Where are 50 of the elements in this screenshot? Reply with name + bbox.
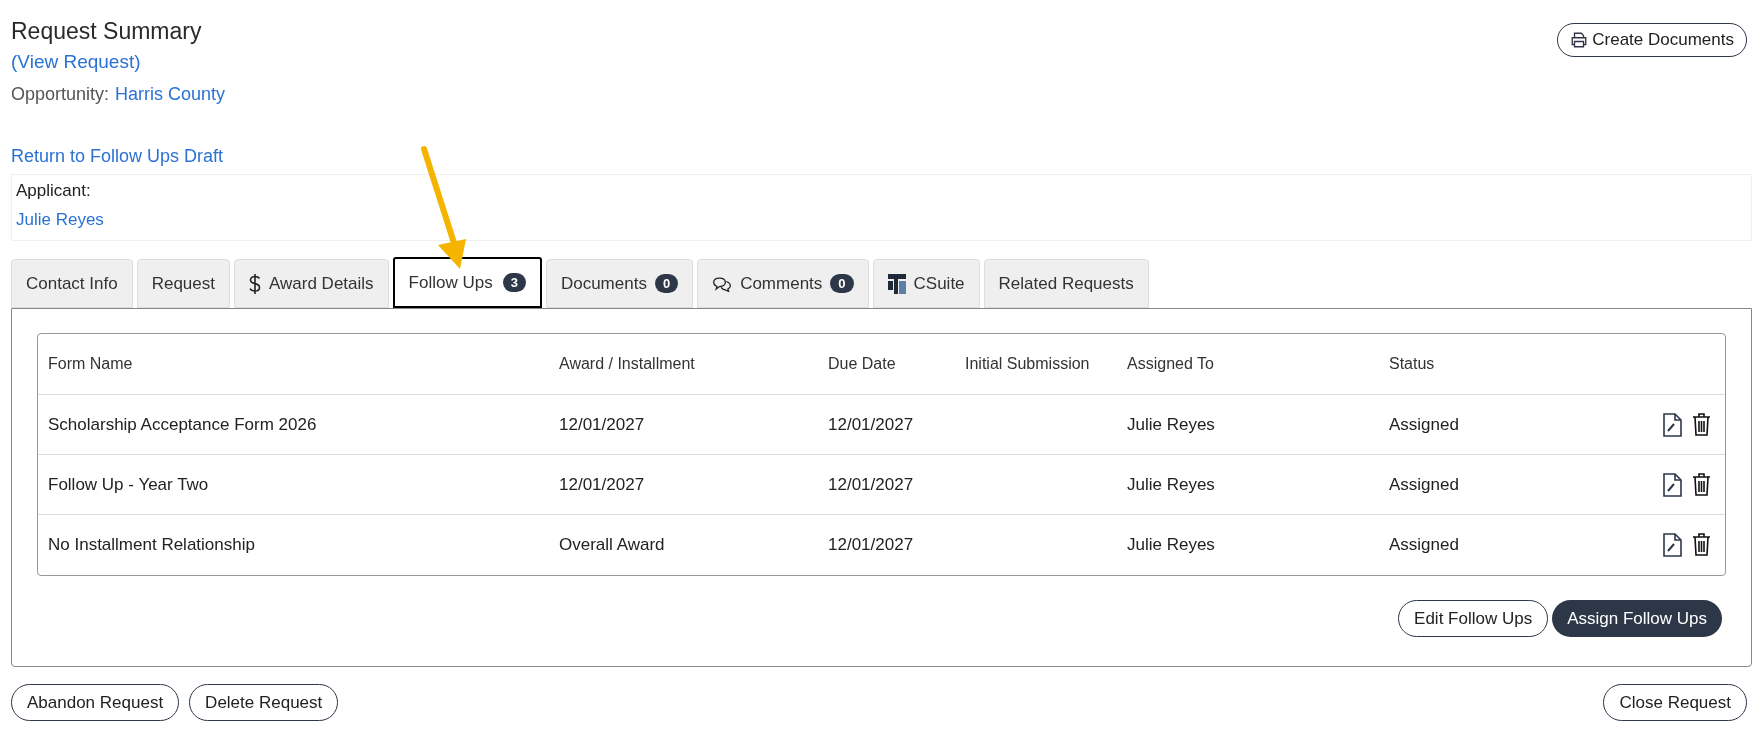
column-header: Status (1389, 354, 1436, 374)
table-cell: 12/01/2027 (828, 414, 914, 434)
column-header: Assigned To (1127, 354, 1215, 374)
table-cell: Follow Up - Year Two (48, 474, 209, 494)
trash-icon[interactable] (1692, 412, 1711, 436)
column-header: Due Date (828, 354, 897, 374)
action-button[interactable]: Assign Follow Ups (1552, 600, 1722, 637)
table-cell: Scholarship Acceptance Form 2026 (48, 414, 317, 434)
tab[interactable]: Follow Ups 3 (392, 257, 542, 308)
tab[interactable]: CSuite (872, 259, 980, 308)
table-cell: Assigned (1389, 474, 1459, 494)
table-cell: Julie Reyes (1127, 414, 1215, 434)
table-cell: 12/01/2027 (559, 474, 645, 494)
edit-document-icon[interactable] (1663, 472, 1682, 497)
table-cell: Assigned (1389, 535, 1459, 555)
count-badge: 3 (502, 273, 526, 292)
printer-icon (1570, 31, 1589, 49)
tab[interactable]: Documents 0 (545, 259, 694, 308)
tab[interactable]: Contact Info (11, 259, 133, 308)
column-header: Initial Submission (965, 354, 1091, 374)
applicant-link[interactable]: Julie Reyes (16, 208, 104, 232)
table-cell: 12/01/2027 (828, 535, 914, 555)
table-cell: Assigned (1389, 414, 1459, 434)
opportunity-label: Opportunity: (11, 83, 110, 106)
edit-document-icon[interactable] (1663, 412, 1682, 437)
column-header: Form Name (48, 354, 134, 374)
return-link[interactable]: Return to Follow Ups Draft (11, 144, 224, 168)
count-badge: 0 (830, 274, 854, 293)
table-cell: Overall Award (559, 535, 665, 555)
view-request-link[interactable]: (View Request) (11, 46, 141, 78)
tab[interactable]: Comments 0 (697, 259, 869, 308)
tab[interactable]: Request (136, 259, 230, 308)
opportunity-link[interactable]: Harris County (115, 78, 226, 110)
trash-icon[interactable] (1692, 533, 1711, 556)
table-cell: No Installment Relationship (48, 535, 255, 555)
applicant-label: Applicant: (16, 180, 92, 202)
table-cell: Julie Reyes (1127, 474, 1215, 494)
table-cell: Julie Reyes (1127, 535, 1215, 555)
tab[interactable]: Related Requests (983, 259, 1149, 308)
logo-icon (887, 273, 906, 294)
table-cell: 12/01/2027 (828, 474, 914, 494)
comments-icon (712, 275, 733, 292)
tab[interactable]: Award Details (234, 259, 389, 308)
page-title: Request Summary (11, 17, 203, 46)
trash-icon[interactable] (1692, 472, 1711, 496)
count-badge: 0 (654, 274, 679, 293)
table-cell: 12/01/2027 (559, 414, 645, 434)
column-header: Award / Installment (559, 354, 696, 374)
edit-document-icon[interactable] (1663, 533, 1682, 557)
dollar-icon (249, 272, 261, 295)
